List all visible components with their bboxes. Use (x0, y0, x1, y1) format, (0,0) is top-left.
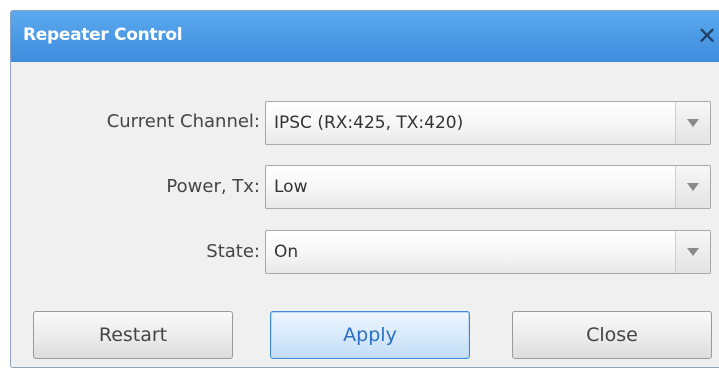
state-value: On (274, 242, 299, 262)
dialog-title: Repeater Control (23, 25, 183, 45)
repeater-control-dialog: Repeater Control ✕ Current Channel: IPSC… (10, 10, 719, 368)
chevron-down-icon (687, 183, 699, 191)
chevron-down-icon (687, 248, 699, 256)
current-channel-label: Current Channel: (106, 111, 260, 132)
state-dropdown-button[interactable] (675, 231, 710, 273)
power-tx-value: Low (274, 177, 308, 197)
close-icon[interactable]: ✕ (697, 21, 719, 51)
chevron-down-icon (687, 119, 699, 127)
state-label: State: (206, 241, 260, 262)
power-tx-select[interactable]: Low (265, 165, 711, 209)
restart-button[interactable]: Restart (33, 311, 233, 359)
title-bar: Repeater Control ✕ (11, 11, 719, 62)
current-channel-value: IPSC (RX:425, TX:420) (274, 113, 464, 133)
power-tx-label: Power, Tx: (166, 176, 260, 197)
state-select[interactable]: On (265, 230, 711, 274)
current-channel-dropdown-button[interactable] (675, 102, 710, 144)
power-tx-dropdown-button[interactable] (675, 166, 710, 208)
current-channel-select[interactable]: IPSC (RX:425, TX:420) (265, 101, 711, 145)
apply-button[interactable]: Apply (270, 311, 470, 359)
close-button[interactable]: Close (512, 311, 712, 359)
